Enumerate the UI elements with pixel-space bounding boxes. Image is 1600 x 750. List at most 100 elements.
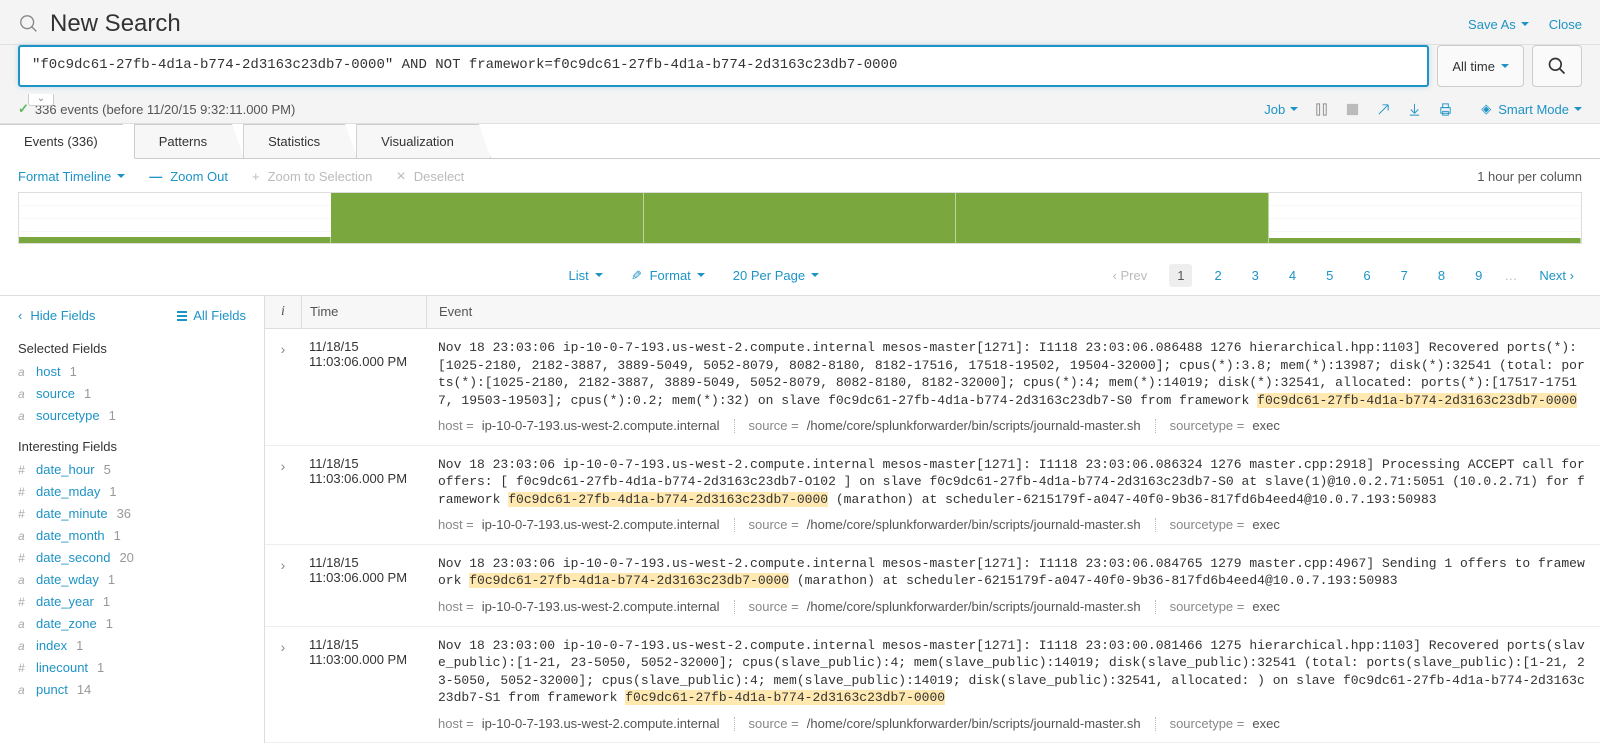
meta-host-value[interactable]: ip-10-0-7-193.us-west-2.compute.internal — [482, 715, 720, 733]
pager-page[interactable]: 8 — [1430, 264, 1453, 287]
meta-source-value[interactable]: /home/core/splunkforwarder/bin/scripts/j… — [807, 598, 1141, 616]
field-name[interactable]: index — [36, 638, 67, 653]
search-submit-button[interactable] — [1532, 45, 1582, 87]
pager-page[interactable]: 4 — [1281, 264, 1304, 287]
field-row[interactable]: asource1 — [18, 386, 246, 401]
field-row[interactable]: ahost1 — [18, 364, 246, 379]
timeline-chart[interactable] — [18, 192, 1582, 244]
meta-host-value[interactable]: ip-10-0-7-193.us-west-2.compute.internal — [482, 516, 720, 534]
field-row[interactable]: #date_minute36 — [18, 506, 246, 521]
display-list-button[interactable]: List — [568, 268, 602, 284]
field-name[interactable]: date_zone — [36, 616, 97, 631]
field-row[interactable]: a date_month 1 — [18, 528, 246, 543]
hide-fields-button[interactable]: Hide Fields — [18, 308, 95, 323]
all-fields-button[interactable]: All Fields — [177, 308, 246, 323]
field-row[interactable]: adate_wday1 — [18, 572, 246, 587]
meta-sourcetype-value[interactable]: exec — [1252, 417, 1279, 435]
job-menu[interactable]: Job — [1264, 102, 1298, 117]
field-name[interactable]: date_month — [36, 528, 105, 543]
field-name[interactable]: date_wday — [36, 572, 99, 587]
field-name[interactable]: date_mday — [36, 484, 100, 499]
timeline-bar[interactable] — [1269, 238, 1581, 243]
highlighted-term[interactable]: f0c9dc61-27fb-4d1a-b774-2d3163c23db7-000… — [469, 573, 789, 588]
meta-host-value[interactable]: ip-10-0-7-193.us-west-2.compute.internal — [482, 417, 720, 435]
timeline-bar[interactable] — [956, 193, 1268, 243]
tab-events[interactable]: Events (336) — [0, 124, 135, 159]
tab-patterns[interactable]: Patterns — [134, 124, 244, 158]
stop-icon[interactable] — [1345, 102, 1360, 117]
field-count: 1 — [114, 528, 121, 543]
meta-source-value[interactable]: /home/core/splunkforwarder/bin/scripts/j… — [807, 417, 1141, 435]
col-event[interactable]: Event — [426, 296, 1600, 328]
highlighted-term[interactable]: f0c9dc61-27fb-4d1a-b774-2d3163c23db7-000… — [508, 492, 828, 507]
pause-icon[interactable] — [1314, 102, 1329, 117]
expand-icon[interactable] — [265, 637, 301, 733]
col-time[interactable]: Time — [301, 296, 426, 328]
event-body[interactable]: Nov 18 23:03:06 ip-10-0-7-193.us-west-2.… — [426, 555, 1600, 616]
meta-sourcetype-value[interactable]: exec — [1252, 516, 1279, 534]
pager-page[interactable]: 5 — [1318, 264, 1341, 287]
tab-visualization[interactable]: Visualization — [356, 124, 491, 158]
col-info[interactable]: i — [265, 296, 301, 328]
field-row[interactable]: #linecount1 — [18, 660, 246, 675]
timeline-bar[interactable] — [331, 193, 643, 243]
pager-next[interactable]: Next › — [1531, 264, 1582, 287]
field-name[interactable]: sourcetype — [36, 408, 100, 423]
pager-page[interactable]: 1 — [1169, 264, 1192, 287]
timeline-bar[interactable] — [19, 237, 331, 243]
field-row[interactable]: #date_year1 — [18, 594, 246, 609]
format-events-button[interactable]: Format — [631, 268, 705, 284]
zoom-out-button[interactable]: Zoom Out — [149, 169, 228, 184]
field-name[interactable]: date_second — [36, 550, 110, 565]
event-body[interactable]: Nov 18 23:03:06 ip-10-0-7-193.us-west-2.… — [426, 339, 1600, 435]
share-icon[interactable] — [1376, 102, 1391, 117]
highlighted-term[interactable]: f0c9dc61-27fb-4d1a-b774-2d3163c23db7-000… — [625, 690, 945, 705]
event-body[interactable]: Nov 18 23:03:00 ip-10-0-7-193.us-west-2.… — [426, 637, 1600, 733]
field-type-icon: a — [18, 529, 30, 543]
tab-statistics[interactable]: Statistics — [243, 124, 357, 158]
field-count: 1 — [108, 572, 115, 587]
meta-sourcetype-value[interactable]: exec — [1252, 715, 1279, 733]
meta-source-value[interactable]: /home/core/splunkforwarder/bin/scripts/j… — [807, 715, 1141, 733]
event-body[interactable]: Nov 18 23:03:06 ip-10-0-7-193.us-west-2.… — [426, 456, 1600, 534]
field-row[interactable]: apunct14 — [18, 682, 246, 697]
meta-host-value[interactable]: ip-10-0-7-193.us-west-2.compute.internal — [482, 598, 720, 616]
time-range-picker[interactable]: All time — [1437, 45, 1524, 87]
field-name[interactable]: linecount — [36, 660, 88, 675]
field-row[interactable]: adate_zone1 — [18, 616, 246, 631]
meta-sourcetype-value[interactable]: exec — [1252, 598, 1279, 616]
search-input[interactable]: "f0c9dc61-27fb-4d1a-b774-2d3163c23db7-00… — [18, 45, 1429, 87]
field-row[interactable]: #date_second20 — [18, 550, 246, 565]
expand-icon[interactable] — [265, 339, 301, 435]
format-timeline-button[interactable]: Format Timeline — [18, 169, 125, 184]
save-as-button[interactable]: Save As — [1468, 17, 1529, 32]
close-button[interactable]: Close — [1549, 17, 1582, 32]
field-row[interactable]: asourcetype1 — [18, 408, 246, 423]
pager-page[interactable]: 2 — [1206, 264, 1229, 287]
highlighted-term[interactable]: f0c9dc61-27fb-4d1a-b774-2d3163c23db7-000… — [1257, 393, 1577, 408]
field-name[interactable]: date_hour — [36, 462, 95, 477]
field-name[interactable]: source — [36, 386, 75, 401]
field-row[interactable]: aindex1 — [18, 638, 246, 653]
search-expand-handle[interactable]: ⌄ — [28, 94, 54, 106]
pager-page[interactable]: 7 — [1393, 264, 1416, 287]
field-name[interactable]: date_minute — [36, 506, 108, 521]
download-icon[interactable] — [1407, 102, 1422, 117]
meta-sourcetype-label: sourcetype = — [1170, 417, 1245, 435]
pager-page[interactable]: 3 — [1244, 264, 1267, 287]
pager-page[interactable]: 9 — [1467, 264, 1490, 287]
expand-icon[interactable] — [265, 555, 301, 616]
search-mode-picker[interactable]: Smart Mode — [1481, 101, 1582, 117]
search-icon — [18, 13, 40, 35]
expand-icon[interactable] — [265, 456, 301, 534]
field-name[interactable]: punct — [36, 682, 68, 697]
field-name[interactable]: host — [36, 364, 61, 379]
field-name[interactable]: date_year — [36, 594, 94, 609]
pager-page[interactable]: 6 — [1355, 264, 1378, 287]
field-row[interactable]: #date_hour5 — [18, 462, 246, 477]
per-page-button[interactable]: 20 Per Page — [733, 268, 819, 284]
print-icon[interactable] — [1438, 102, 1453, 117]
meta-source-value[interactable]: /home/core/splunkforwarder/bin/scripts/j… — [807, 516, 1141, 534]
timeline-bar[interactable] — [644, 193, 956, 243]
field-row[interactable]: #date_mday1 — [18, 484, 246, 499]
